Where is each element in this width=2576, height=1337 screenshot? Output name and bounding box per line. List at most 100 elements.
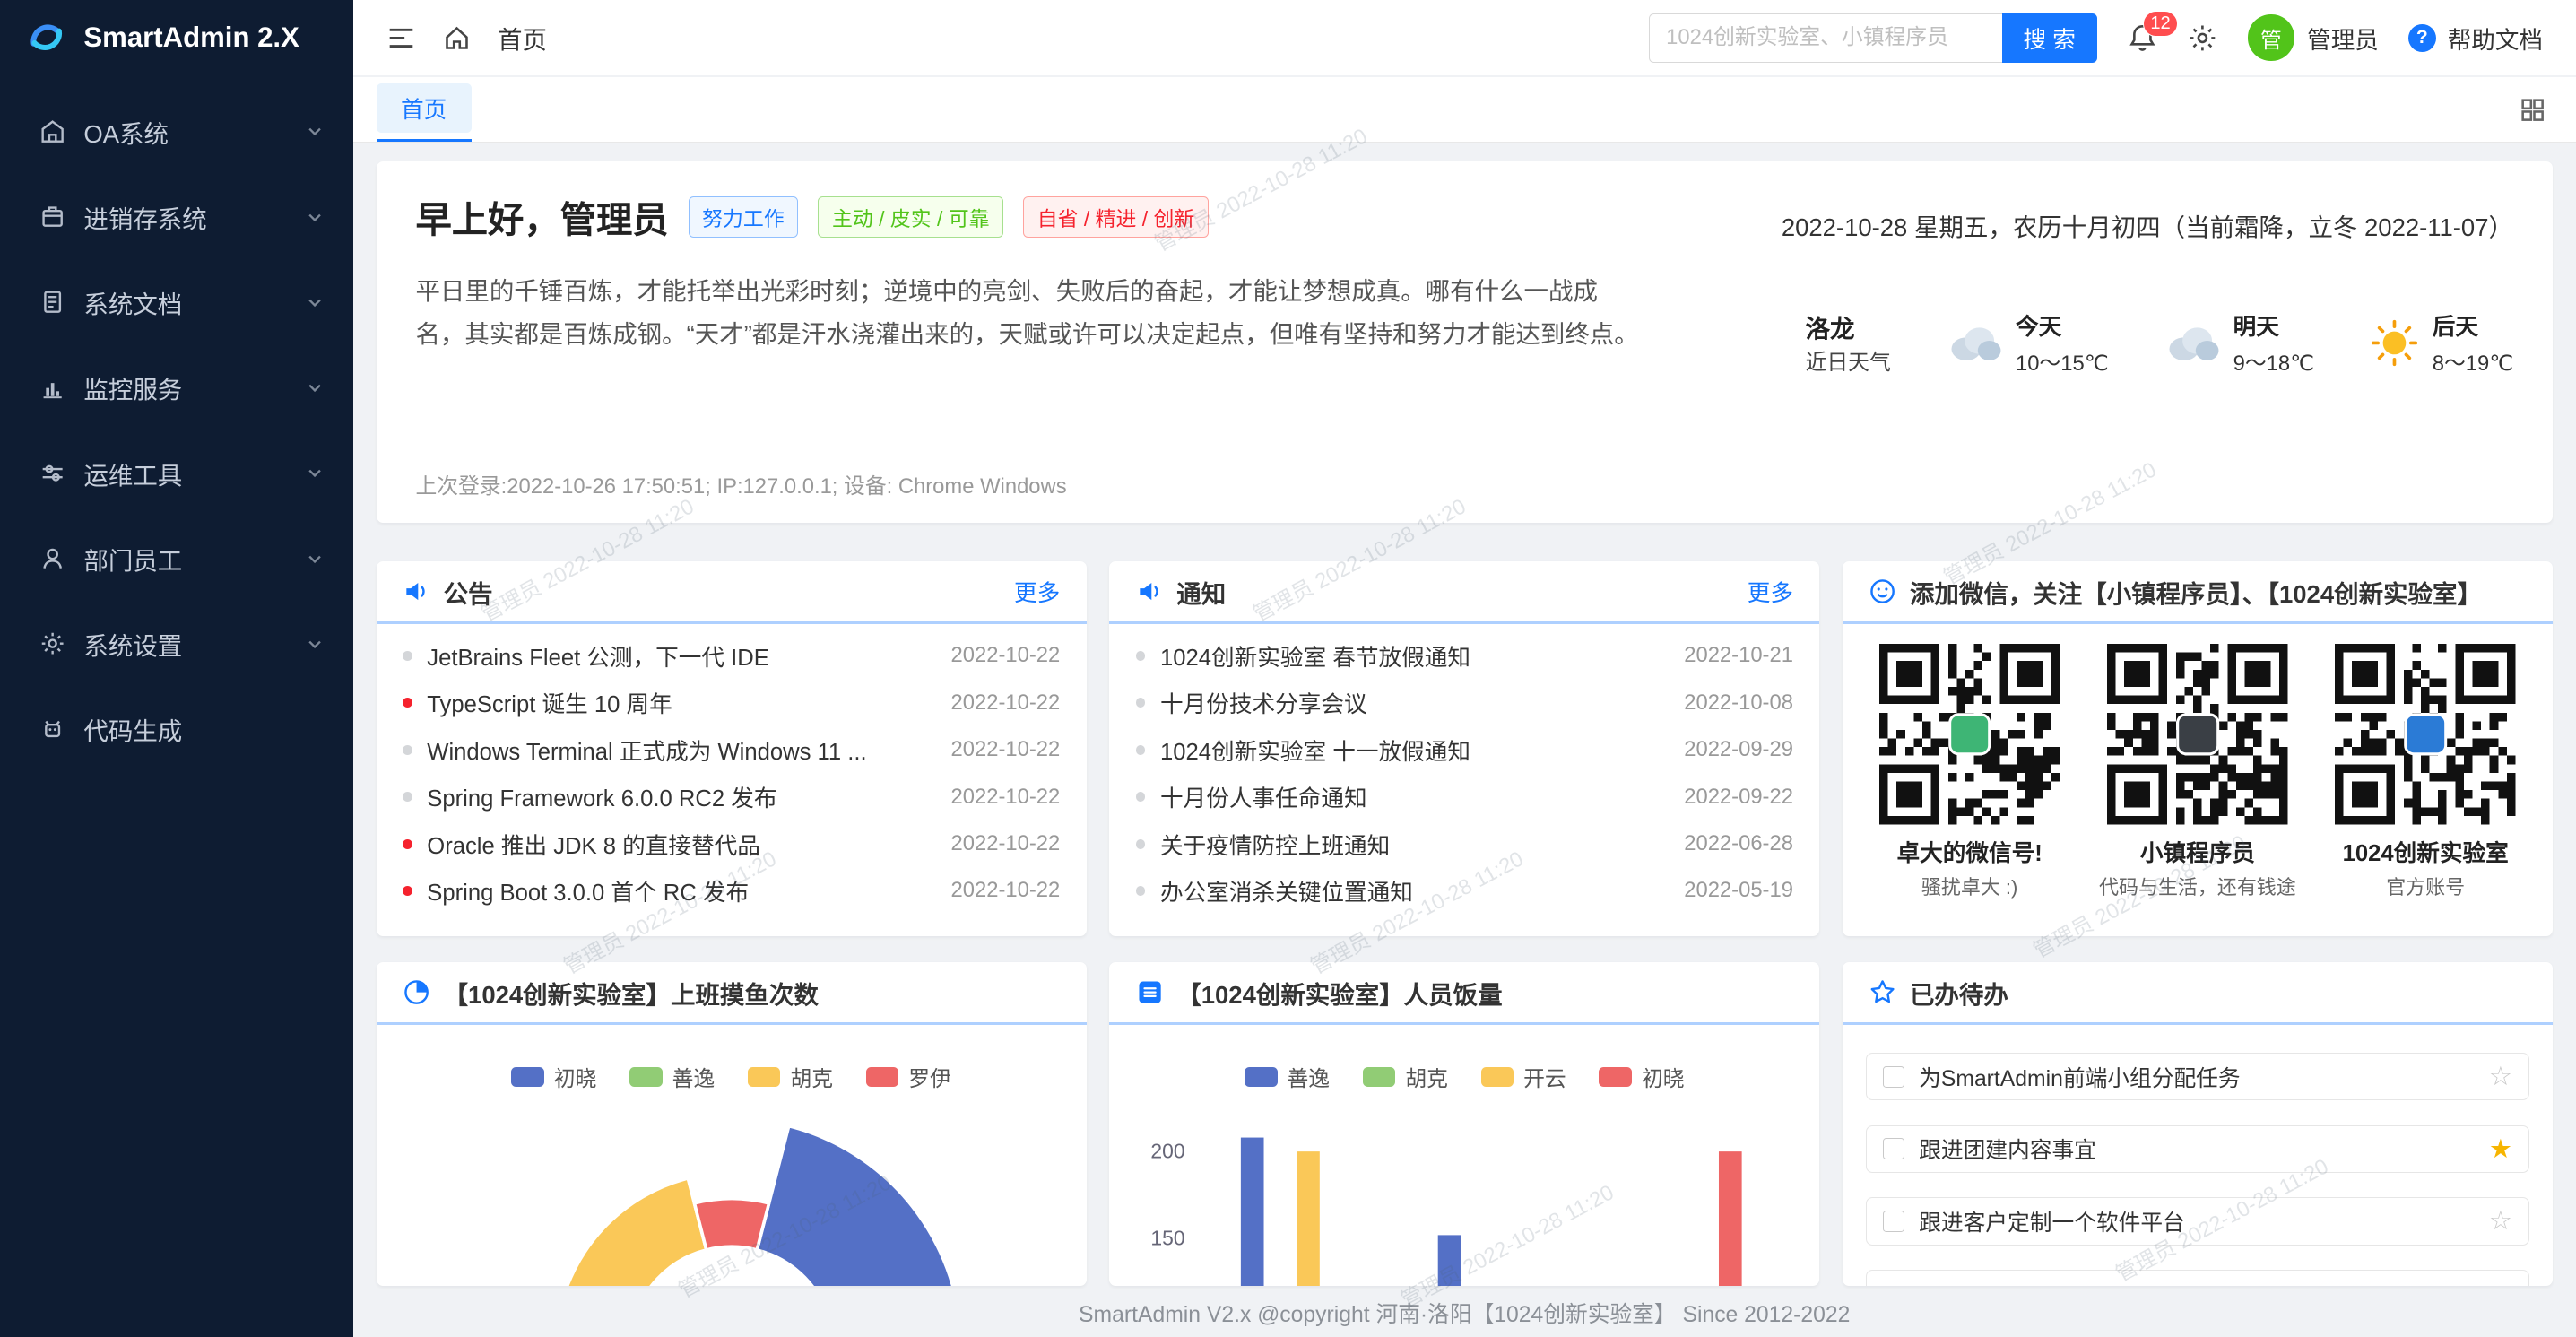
legend-swatch (866, 1067, 899, 1087)
card-title: 已办待办 (1910, 975, 2008, 1011)
todo-card: 已办待办 为SmartAdmin前端小组分配任务 ☆ 跟进团建内容事宜 ★ (1843, 962, 2553, 1286)
list-item[interactable]: Spring Boot 3.0.0 首个 RC 发布2022-10-22 (403, 867, 1060, 914)
home-icon[interactable] (442, 23, 472, 53)
user-menu[interactable]: 管 管理员 (2248, 14, 2379, 60)
welcome-card: 早上好，管理员 努力工作 主动 / 皮实 / 可靠 自省 / 精进 / 创新 平… (377, 161, 2553, 523)
list-item[interactable]: Spring Framework 6.0.0 RC2 发布2022-10-22 (403, 773, 1060, 820)
todo-text: 跟进团建内容事宜 (1919, 1133, 2096, 1165)
todo-text: 跟进客户定制一个软件平台 (1919, 1205, 2185, 1237)
sidebar-item-settings[interactable]: 系统设置 (0, 601, 353, 686)
legend-item[interactable]: 善逸 (1245, 1061, 1330, 1092)
todo-item[interactable]: 跟进客户定制一个软件平台 ☆ (1866, 1197, 2530, 1245)
legend-swatch (1599, 1067, 1632, 1087)
sidebar-item-inventory[interactable]: 进销存系统 (0, 174, 353, 259)
sidebar-item-ops-tools[interactable]: 运维工具 (0, 430, 353, 516)
item-text: 办公室消杀关键位置通知 (1160, 874, 1413, 907)
legend-item[interactable]: 胡克 (748, 1061, 833, 1092)
checkbox[interactable] (1883, 1211, 1904, 1232)
pie-chart-icon (403, 978, 430, 1006)
qr-name: 卓大的微信号! (1897, 835, 2043, 868)
legend-item[interactable]: 罗伊 (866, 1061, 951, 1092)
tab-options-grid-icon[interactable] (2520, 97, 2546, 123)
list-item[interactable]: 1024创新实验室 十一放假通知2022-09-29 (1136, 726, 1793, 773)
star-outline-icon[interactable]: ☆ (2489, 1208, 2512, 1234)
notice-card: 通知 更多 1024创新实验室 春节放假通知2022-10-21 十月份技术分享… (1109, 561, 1819, 936)
star-icon (1869, 978, 1896, 1006)
sidebar-collapse-icon[interactable] (386, 23, 416, 53)
todo-text: 为SmartAdmin前端小组分配任务 (1919, 1061, 2240, 1093)
app-title: SmartAdmin 2.X (83, 22, 299, 54)
legend-item[interactable]: 初晓 (1599, 1061, 1684, 1092)
list-item[interactable]: 1024创新实验室 春节放假通知2022-10-21 (1136, 632, 1793, 679)
tab-home[interactable]: 首页 (377, 83, 472, 133)
document-icon (39, 289, 65, 315)
sidebar-item-label: 代码生成 (83, 711, 182, 747)
legend-item[interactable]: 善逸 (629, 1061, 715, 1092)
card-title: 通知 (1176, 574, 1226, 610)
search-button[interactable]: 搜 索 (2002, 13, 2097, 63)
chevron-down-icon (306, 464, 324, 482)
legend-label: 胡克 (1405, 1061, 1448, 1092)
list-item[interactable]: 十月份人事任命通知2022-09-22 (1136, 773, 1793, 820)
sidebar-item-employees[interactable]: 部门员工 (0, 516, 353, 601)
sidebar-item-monitor[interactable]: 监控服务 (0, 345, 353, 430)
lab-logo-badge (2404, 713, 2447, 756)
bullet-dot (1136, 792, 1146, 802)
card-title: 【1024创新实验室】人员饭量 (1176, 975, 1502, 1011)
item-text: Spring Framework 6.0.0 RC2 发布 (427, 780, 776, 813)
announcement-more-link[interactable]: 更多 (1014, 575, 1060, 608)
legend-label: 初晓 (554, 1061, 597, 1092)
notice-more-link[interactable]: 更多 (1748, 575, 1793, 608)
card-title: 添加微信，关注【小镇程序员】、【1024创新实验室】 (1910, 574, 2482, 610)
qr-code-block: 1024创新实验室 官方账号 (2314, 644, 2537, 900)
qr-code (1879, 644, 2060, 825)
breadcrumb[interactable]: 首页 (498, 20, 547, 56)
tag-introspect: 自省 / 精进 / 创新 (1023, 196, 1209, 237)
sidebar-item-docs[interactable]: 系统文档 (0, 259, 353, 344)
list-item[interactable]: 办公室消杀关键位置通知2022-05-19 (1136, 867, 1793, 914)
legend-swatch (1481, 1067, 1514, 1087)
legend-item[interactable]: 初晓 (511, 1061, 596, 1092)
row-charts: 【1024创新实验室】上班摸鱼次数 初晓 善逸 胡克 罗伊 【1024创新实验室… (377, 962, 2553, 1286)
help-link[interactable]: ? 帮助文档 (2408, 21, 2543, 56)
legend-item[interactable]: 开云 (1481, 1061, 1566, 1092)
weather-city-sub: 近日天气 (1806, 351, 1891, 375)
logo[interactable]: SmartAdmin 2.X (0, 0, 353, 75)
settings-icon (39, 630, 65, 656)
list-item[interactable]: TypeScript 诞生 10 周年2022-10-22 (403, 680, 1060, 726)
notifications-bell-icon[interactable]: 12 (2127, 22, 2158, 54)
question-icon: ? (2408, 24, 2436, 52)
todo-item[interactable]: 跟进团建内容事宜 ★ (1866, 1125, 2530, 1173)
item-date: 2022-10-22 (951, 737, 1061, 762)
todo-item[interactable]: 为SmartAdmin前端小组分配任务 ☆ (1866, 1053, 2530, 1100)
tools-icon (39, 460, 65, 486)
sidebar-item-label: 系统文档 (83, 284, 182, 320)
star-filled-icon[interactable]: ★ (2489, 1136, 2512, 1162)
settings-gear-icon[interactable] (2187, 22, 2218, 54)
checkbox[interactable] (1883, 1138, 1904, 1159)
legend-label: 善逸 (1287, 1061, 1330, 1092)
search-input[interactable] (1649, 13, 2002, 63)
list-item[interactable]: 十月份技术分享会议2022-10-08 (1136, 680, 1793, 726)
chevron-down-icon (306, 550, 324, 568)
app-root: SmartAdmin 2.X OA系统 进销存系统 系统文档 监控服务 (0, 0, 2576, 1337)
list-item[interactable]: Oracle 推出 JDK 8 的直接替代品2022-10-22 (403, 820, 1060, 867)
list-item[interactable]: Windows Terminal 正式成为 Windows 11 ...2022… (403, 726, 1060, 773)
list-item[interactable]: 关于疫情防控上班通知2022-06-28 (1136, 820, 1793, 867)
legend-item[interactable]: 胡克 (1363, 1061, 1448, 1092)
list-item[interactable]: JetBrains Fleet 公测，下一代 IDE2022-10-22 (403, 632, 1060, 679)
bullet-dot (1136, 839, 1146, 849)
tab-home-wrap: 首页 (377, 77, 472, 142)
checkbox[interactable] (1883, 1066, 1904, 1088)
todo-item-partial[interactable] (1866, 1270, 2530, 1286)
weather-day-label: 今天 (2016, 315, 2061, 340)
sun-icon (2370, 318, 2419, 368)
star-outline-icon[interactable]: ☆ (2489, 1064, 2512, 1090)
sidebar-item-oa[interactable]: OA系统 (0, 89, 353, 174)
user-name: 管理员 (2307, 21, 2379, 56)
global-search: 搜 索 (1649, 13, 2097, 63)
list-icon (1136, 978, 1164, 1006)
last-login-info: 上次登录:2022-10-26 17:50:51; IP:127.0.0.1; … (415, 468, 1639, 499)
welcome-left: 早上好，管理员 努力工作 主动 / 皮实 / 可靠 自省 / 精进 / 创新 平… (415, 190, 1639, 499)
sidebar-item-codegen[interactable]: 代码生成 (0, 687, 353, 772)
